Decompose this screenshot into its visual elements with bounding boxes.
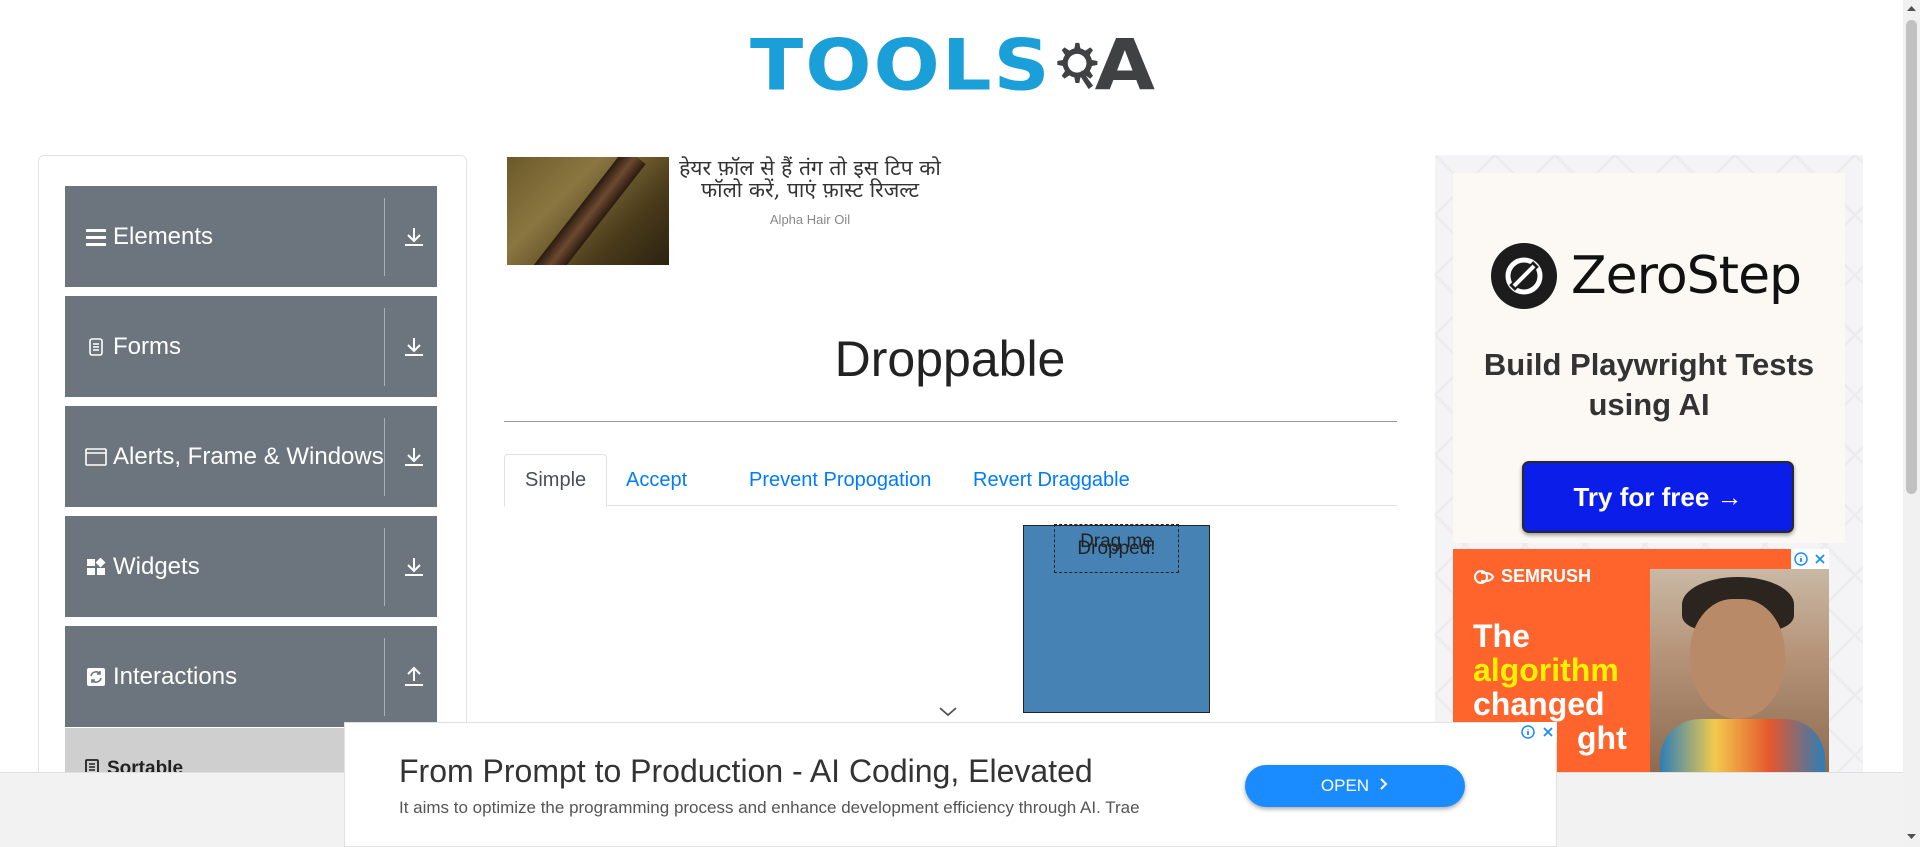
open-button[interactable]: OPEN <box>1245 765 1465 807</box>
close-icon[interactable] <box>1814 553 1826 565</box>
tab-prevent-propogation[interactable]: Prevent Propogation <box>729 454 951 506</box>
separator <box>384 637 385 716</box>
interactions-icon <box>85 666 107 688</box>
sidebar-group-interactions[interactable]: Interactions <box>65 626 437 727</box>
zerostep-tagline: Build Playwright Tests using AI <box>1483 347 1815 422</box>
document-icon <box>85 336 107 358</box>
zerostep-ad[interactable]: ZeroStep Build Playwright Tests using AI… <box>1453 173 1845 543</box>
sidebar-group-label: Elements <box>113 222 214 250</box>
info-icon[interactable] <box>1794 552 1808 566</box>
divider <box>504 421 1397 422</box>
download-icon[interactable] <box>403 225 425 249</box>
top-ad[interactable]: हेयर फ़ॉल से हैं तंग तो इस टिप को फॉलो क… <box>507 157 953 267</box>
ad-headline[interactable]: हेयर फ़ॉल से हैं तंग तो इस टिप को फॉलो क… <box>667 157 953 201</box>
logo-suffix: A <box>1094 25 1155 107</box>
sidebar-group-widgets[interactable]: Widgets <box>65 516 437 617</box>
tab-simple[interactable]: Simple <box>504 454 608 507</box>
semrush-flame-icon <box>1473 569 1495 584</box>
draggable-box[interactable]: Drag me <box>1054 524 1179 573</box>
separator <box>384 417 385 496</box>
semrush-brand: SEMRUSH <box>1501 566 1592 586</box>
list-icon <box>85 226 107 248</box>
window-icon <box>85 446 107 468</box>
ad-thumbnail <box>507 157 669 265</box>
semrush-logo: SEMRUSH <box>1473 566 1591 587</box>
zerostep-mark-icon <box>1491 243 1557 309</box>
download-icon[interactable] <box>403 335 425 359</box>
tab-revert-draggable[interactable]: Revert Draggable <box>953 454 1150 506</box>
sidebar: Elements Forms Alerts, Frame & Windows W… <box>38 155 467 795</box>
page: TOOLS A Elements Forms Alerts, Frame & W… <box>0 0 1920 847</box>
open-button-label: OPEN <box>1320 776 1370 795</box>
ad-choices-badge[interactable] <box>1517 722 1557 742</box>
chevron-down-icon[interactable] <box>938 705 958 719</box>
close-icon[interactable] <box>1542 726 1554 738</box>
chevron-right-icon <box>1379 776 1389 796</box>
sidebar-group-elements[interactable]: Elements <box>65 186 437 287</box>
upload-icon[interactable] <box>403 665 425 689</box>
download-icon[interactable] <box>403 445 425 469</box>
bottom-ad-title[interactable]: From Prompt to Production - AI Coding, E… <box>399 753 1093 790</box>
info-icon[interactable] <box>1520 725 1535 739</box>
separator <box>384 307 385 386</box>
scrollbar[interactable] <box>1903 0 1920 847</box>
sidebar-group-label: Forms <box>113 332 181 360</box>
page-title: Droppable <box>834 331 1066 387</box>
sidebar-group-label: Widgets <box>113 552 200 580</box>
scrollbar-thumb[interactable] <box>1906 20 1917 494</box>
tab-accept[interactable]: Accept <box>606 454 707 506</box>
toolsqa-logo[interactable]: TOOLS A <box>750 18 1155 114</box>
sidebar-group-forms[interactable]: Forms <box>65 296 437 397</box>
bottom-ad-description: It aims to optimize the programming proc… <box>399 798 1140 817</box>
separator <box>384 527 385 606</box>
sidebar-group-label: Interactions <box>113 662 238 690</box>
widgets-icon <box>85 556 107 578</box>
scroll-up-arrow-icon[interactable] <box>1903 2 1920 16</box>
tab-bar: Simple Accept Prevent Propogation Revert… <box>504 454 1397 507</box>
download-icon[interactable] <box>403 555 425 579</box>
separator <box>384 197 385 276</box>
scroll-down-arrow-icon[interactable] <box>1903 829 1920 843</box>
zerostep-logo: ZeroStep <box>1491 243 1802 309</box>
try-for-free-button[interactable]: Try for free → <box>1522 461 1794 533</box>
ad-source: Alpha Hair Oil <box>769 212 851 227</box>
sidebar-group-label: Alerts, Frame & Windows <box>113 442 384 470</box>
sidebar-group-alerts-frame-windows[interactable]: Alerts, Frame & Windows <box>65 406 437 507</box>
logo-text: TOOLS <box>750 25 1052 107</box>
ad-photo <box>1650 569 1829 775</box>
ad-choices-badge[interactable] <box>1791 549 1829 569</box>
zerostep-brand: ZeroStep <box>1571 246 1802 306</box>
bottom-ad[interactable]: From Prompt to Production - AI Coding, E… <box>344 722 1557 847</box>
right-ad[interactable]: ZeroStep Build Playwright Tests using AI… <box>1435 155 1863 775</box>
